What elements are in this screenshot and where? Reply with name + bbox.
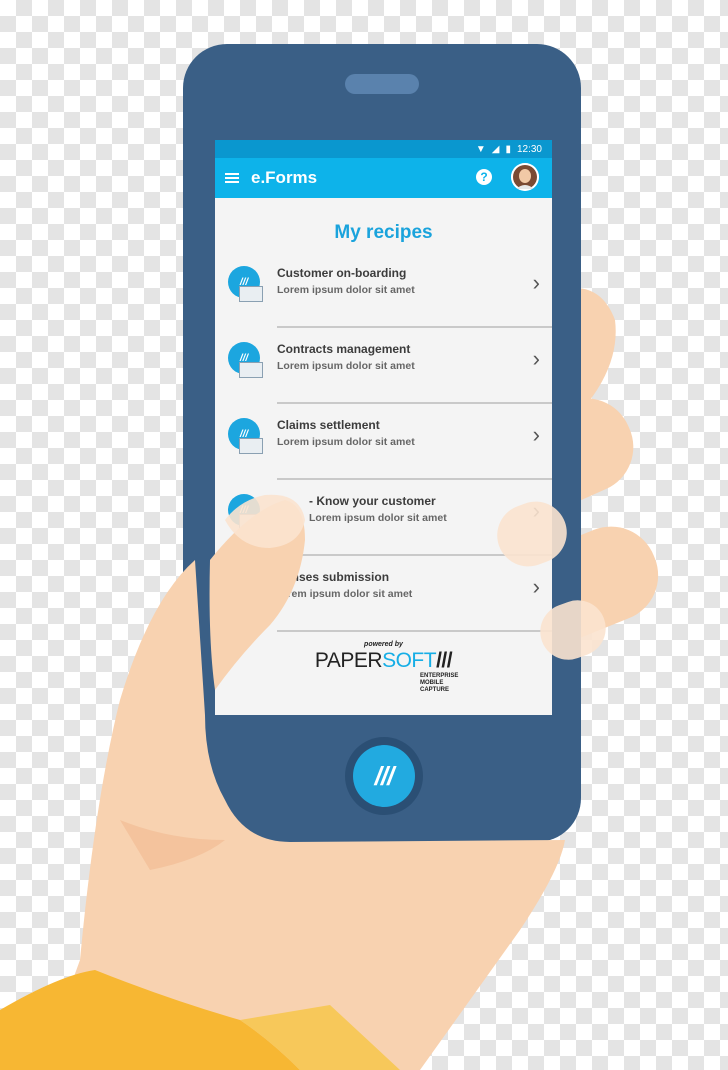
hand-front-illustration [0, 494, 606, 1070]
